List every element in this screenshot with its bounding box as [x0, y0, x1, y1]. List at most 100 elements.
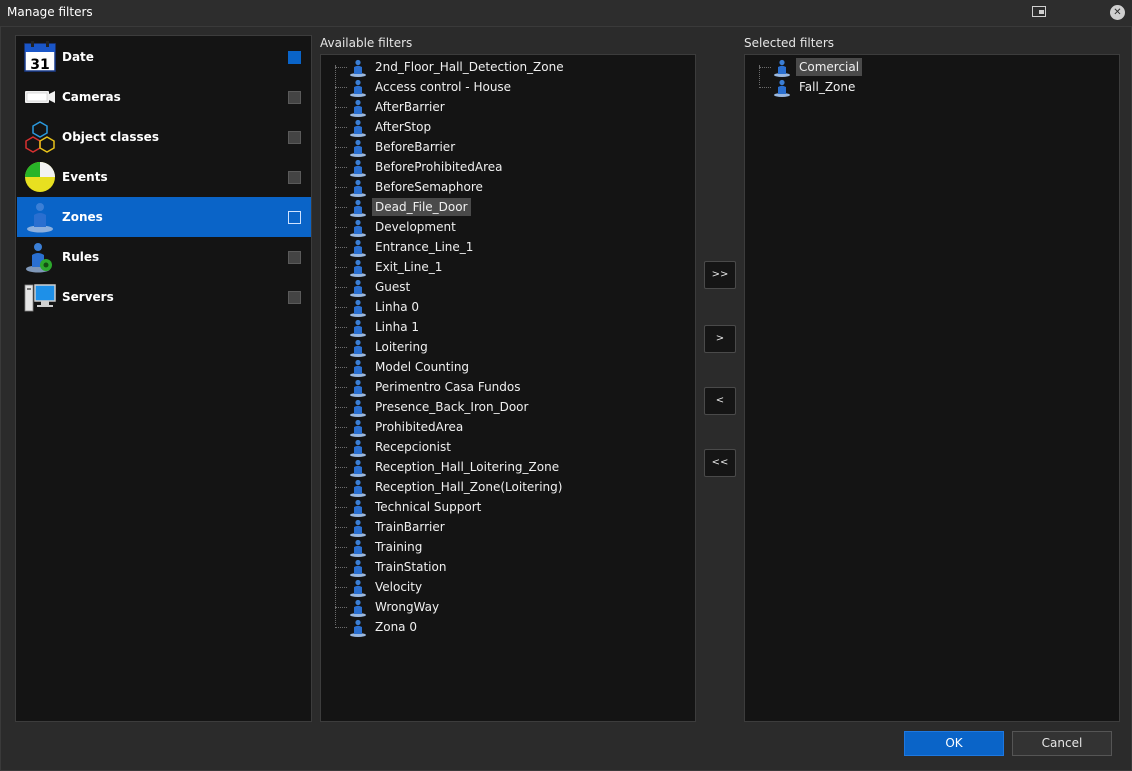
tree-item[interactable]: BeforeBarrier [335, 137, 649, 157]
tree-branch-line [335, 67, 347, 68]
restore-window-icon[interactable] [1032, 6, 1046, 17]
tree-item[interactable]: Technical Support [335, 497, 649, 517]
zone-person-icon [349, 459, 367, 477]
tree-item[interactable]: AfterBarrier [335, 97, 649, 117]
calendar-icon: 31 [24, 41, 56, 73]
tree-branch-line [335, 307, 347, 308]
tree-branch-line [335, 107, 347, 108]
zone-person-icon [349, 159, 367, 177]
zone-person-icon [773, 59, 791, 77]
tree-item-label: Loitering [375, 340, 428, 354]
window-title: Manage filters [7, 5, 93, 19]
category-checkbox[interactable] [288, 211, 301, 224]
tree-item[interactable]: Loitering [335, 337, 649, 357]
category-checkbox[interactable] [288, 291, 301, 304]
tree-item[interactable]: Training [335, 537, 649, 557]
zone-person-icon [349, 579, 367, 597]
category-zones[interactable]: Zones [17, 197, 311, 237]
tree-item[interactable]: WrongWay [335, 597, 649, 617]
tree-item[interactable]: AfterStop [335, 117, 649, 137]
tree-item[interactable]: Reception_Hall_Zone(Loitering) [335, 477, 649, 497]
category-checkbox[interactable] [288, 131, 301, 144]
category-events[interactable]: Events [17, 157, 311, 197]
zone-person-icon [349, 339, 367, 357]
category-checkbox[interactable] [288, 171, 301, 184]
pie-chart-icon [24, 161, 56, 193]
tree-item[interactable]: ProhibitedArea [335, 417, 649, 437]
tree-item-label: Training [375, 540, 423, 554]
tree-branch-line [335, 407, 347, 408]
category-cameras[interactable]: Cameras [17, 77, 311, 117]
tree-item[interactable]: Dead_File_Door [335, 197, 649, 217]
tree-item[interactable]: Fall_Zone [759, 77, 1073, 97]
zone-person-icon [773, 79, 791, 97]
zone-person-icon [349, 179, 367, 197]
tree-item[interactable]: Recepcionist [335, 437, 649, 457]
category-label: Servers [62, 290, 114, 304]
rule-person-icon [24, 241, 56, 273]
tree-item[interactable]: Guest [335, 277, 649, 297]
tree-item[interactable]: BeforeProhibitedArea [335, 157, 649, 177]
tree-item[interactable]: Comercial [759, 57, 1073, 77]
tree-item[interactable]: Linha 0 [335, 297, 649, 317]
tree-item[interactable]: Linha 1 [335, 317, 649, 337]
tree-item[interactable]: TrainBarrier [335, 517, 649, 537]
tree-item[interactable]: Zona 0 [335, 617, 649, 637]
category-rules[interactable]: Rules [17, 237, 311, 277]
tree-item-label: Dead_File_Door [372, 198, 471, 216]
category-label: Cameras [62, 90, 121, 104]
category-label: Zones [62, 210, 103, 224]
remove-button[interactable]: < [704, 387, 736, 415]
tree-item[interactable]: Velocity [335, 577, 649, 597]
tree-item[interactable]: Perimentro Casa Fundos [335, 377, 649, 397]
tree-item-label: Entrance_Line_1 [375, 240, 474, 254]
tree-item[interactable]: Model Counting [335, 357, 649, 377]
available-filters-label: Available filters [320, 36, 413, 50]
zone-person-icon [349, 79, 367, 97]
available-filters-list[interactable]: 2nd_Floor_Hall_Detection_Zone Access cont… [320, 54, 696, 722]
selected-filters-list[interactable]: Comercial Fall_Zone [744, 54, 1120, 722]
zone-person-icon [349, 539, 367, 557]
category-date[interactable]: 31 Date [17, 37, 311, 77]
tree-branch-line [335, 187, 347, 188]
tree-item-label: Presence_Back_Iron_Door [375, 400, 529, 414]
tree-item-label: BeforeSemaphore [375, 180, 483, 194]
tree-branch-line [759, 87, 771, 88]
zone-person-icon [349, 319, 367, 337]
zone-person-icon [349, 99, 367, 117]
zone-person-icon [349, 259, 367, 277]
tree-item[interactable]: BeforeSemaphore [335, 177, 649, 197]
remove-all-button[interactable]: << [704, 449, 736, 477]
category-object-classes[interactable]: Object classes [17, 117, 311, 157]
cancel-button[interactable]: Cancel [1012, 731, 1112, 756]
ok-button[interactable]: OK [904, 731, 1004, 756]
tree-item-label: Model Counting [375, 360, 470, 374]
tree-item[interactable]: Entrance_Line_1 [335, 237, 649, 257]
tree-item-label: Reception_Hall_Loitering_Zone [375, 460, 560, 474]
tree-item[interactable]: TrainStation [335, 557, 649, 577]
tree-branch-line [335, 507, 347, 508]
category-checkbox[interactable] [288, 91, 301, 104]
tree-branch-line [335, 387, 347, 388]
tree-item-label: Comercial [796, 58, 863, 76]
tree-item-label: Recepcionist [375, 440, 451, 454]
tree-item[interactable]: Reception_Hall_Loitering_Zone [335, 457, 649, 477]
tree-item-label: TrainBarrier [375, 520, 445, 534]
tree-item[interactable]: Presence_Back_Iron_Door [335, 397, 649, 417]
zone-person-icon [349, 559, 367, 577]
tree-item-label: Access control - House [375, 80, 512, 94]
tree-branch-line [335, 587, 347, 588]
add-all-button[interactable]: >> [704, 261, 736, 289]
add-button[interactable]: > [704, 325, 736, 353]
tree-item[interactable]: Development [335, 217, 649, 237]
category-servers[interactable]: Servers [17, 277, 311, 317]
zone-person-icon [349, 279, 367, 297]
tree-branch-line [335, 227, 347, 228]
category-list: 31 Date Cameras Object classes Events Zones Ru… [15, 35, 312, 722]
tree-item[interactable]: 2nd_Floor_Hall_Detection_Zone [335, 57, 649, 77]
category-checkbox[interactable] [288, 51, 301, 64]
close-icon[interactable]: ✕ [1110, 5, 1125, 20]
tree-item[interactable]: Access control - House [335, 77, 649, 97]
tree-item[interactable]: Exit_Line_1 [335, 257, 649, 277]
category-checkbox[interactable] [288, 251, 301, 264]
